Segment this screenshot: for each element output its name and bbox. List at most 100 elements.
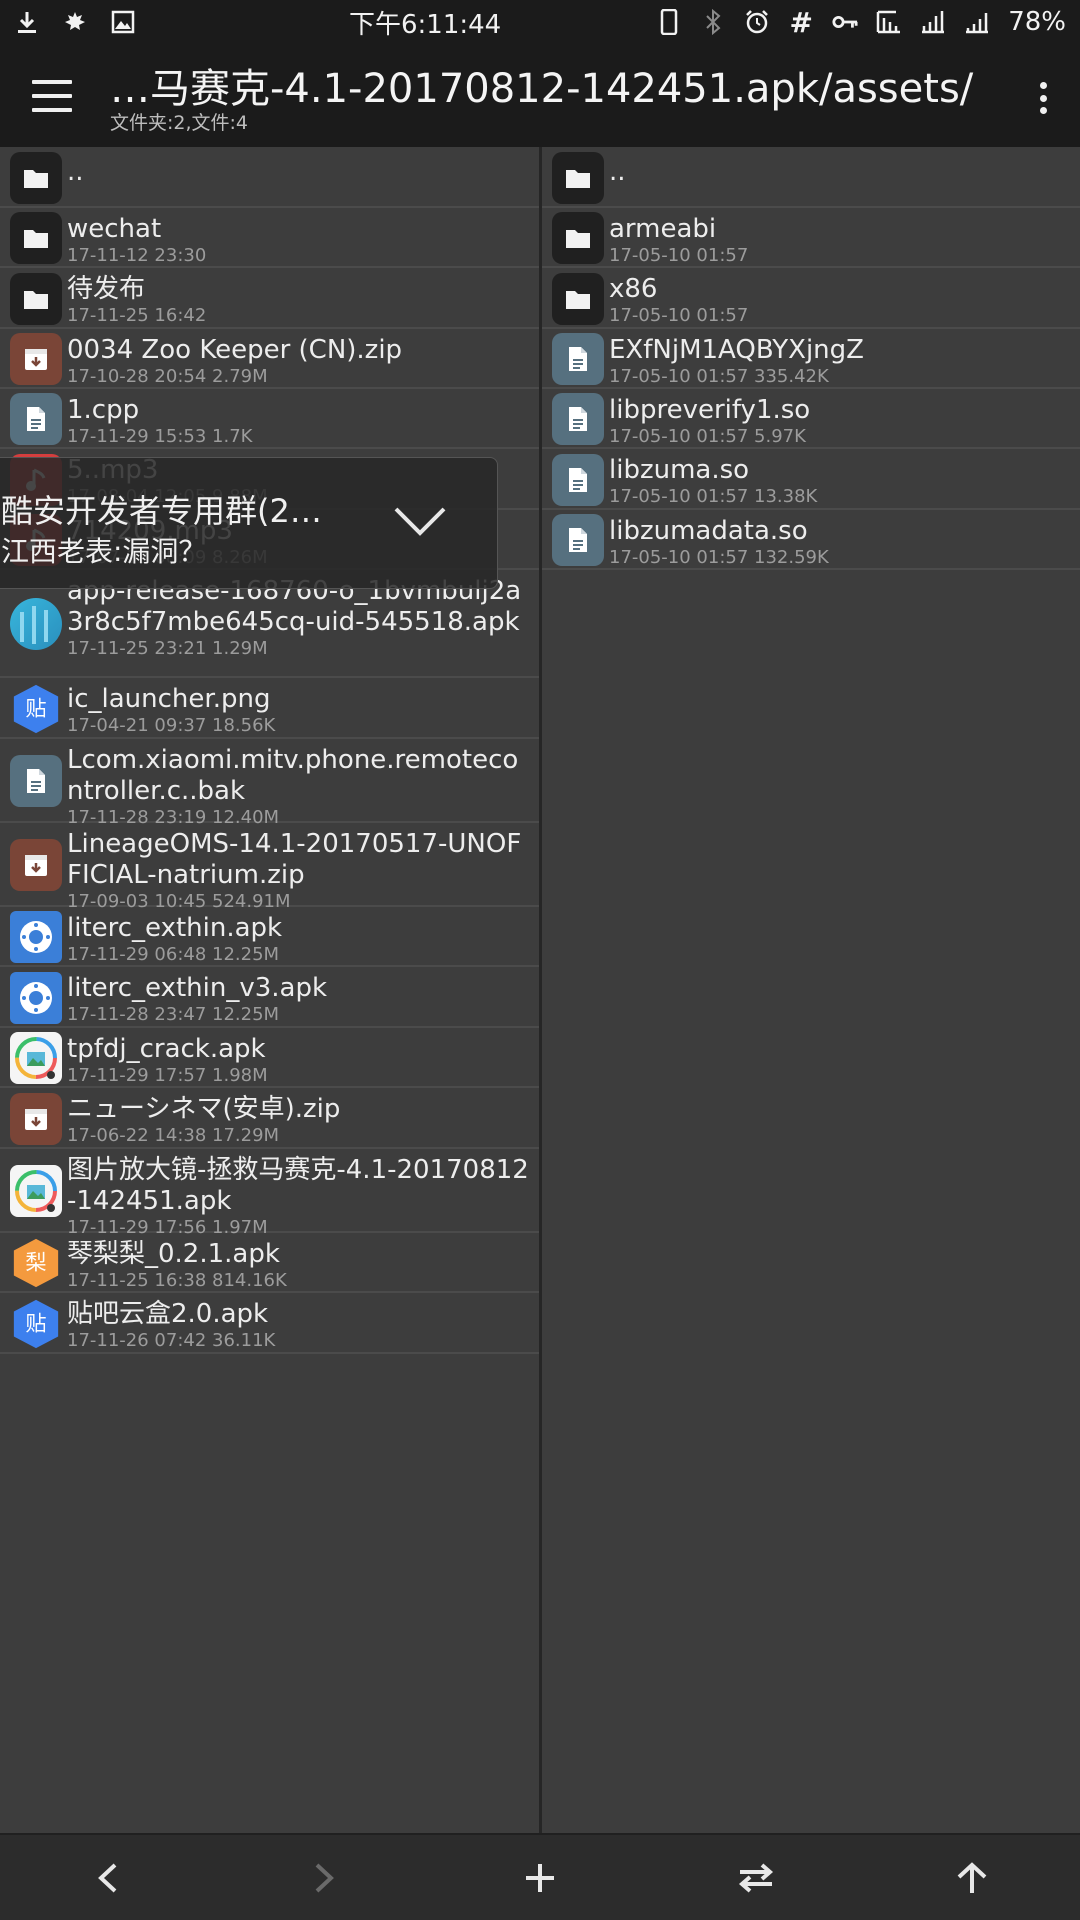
file-meta: 17-05-10 01:57 xyxy=(609,305,749,326)
alarm-icon xyxy=(744,9,770,35)
bluetooth-icon xyxy=(700,9,726,35)
file-row[interactable]: armeabi 17-05-10 01:57 xyxy=(542,208,1080,268)
magnifier-app-icon xyxy=(10,1032,62,1084)
file-meta: 17-11-25 16:38 814.16K xyxy=(67,1270,287,1291)
file-row[interactable]: .. xyxy=(0,147,539,208)
file-meta: 17-05-10 01:57 xyxy=(609,245,749,266)
svg-text:贴: 贴 xyxy=(25,1311,46,1336)
document-icon xyxy=(552,393,604,445)
file-row[interactable]: 图片放大镜-拯救马赛克-4.1-20170812-142451.apk 17-11… xyxy=(0,1149,539,1238)
file-meta: 17-05-10 01:57 5.97K xyxy=(609,426,806,447)
file-row-text: literc_exthin.apk 17-11-29 06:48 12.25M xyxy=(67,913,531,966)
file-row[interactable]: libpreverify1.so 17-05-10 01:57 5.97K xyxy=(542,389,1080,449)
file-meta: 17-05-10 01:57 13.38K xyxy=(609,486,818,507)
file-name: LineageOMS-14.1-20170517-UNOFFICIAL-natr… xyxy=(67,829,522,890)
file-row[interactable]: Lcom.xiaomi.mitv.phone.remotecontroller.… xyxy=(0,739,539,828)
file-name: 琴梨梨_0.2.1.apk xyxy=(67,1239,280,1269)
document-icon xyxy=(552,333,604,385)
file-row[interactable]: 贴贴吧云盒2.0.apk 17-11-26 07:42 36.11K xyxy=(0,1293,539,1354)
notification-title: 酷安开发者专用群(2… xyxy=(1,492,322,530)
remote-icon xyxy=(10,972,62,1024)
menu-icon[interactable] xyxy=(32,76,72,116)
file-row-text: 待发布 17-11-25 16:42 xyxy=(67,274,531,327)
app-bar: …马赛克-4.1-20170812-142451.apk/assets/ 文件夹… xyxy=(0,44,1080,147)
status-time: 下午6:11:44 xyxy=(348,9,502,40)
file-row-text: libpreverify1.so 17-05-10 01:57 5.97K xyxy=(609,395,1072,448)
archive-icon xyxy=(10,839,62,891)
signal-icon xyxy=(964,9,990,35)
file-row[interactable]: 梨琴梨梨_0.2.1.apk 17-11-25 16:38 814.16K xyxy=(0,1233,539,1293)
app-forest-icon xyxy=(10,598,62,650)
file-row[interactable]: literc_exthin.apk 17-11-29 06:48 12.25M xyxy=(0,907,539,967)
file-row-text: 1.cpp 17-11-29 15:53 1.7K xyxy=(67,395,531,448)
notification-message: 江西老表:漏洞？ xyxy=(1,535,207,568)
file-row-text: 贴吧云盒2.0.apk 17-11-26 07:42 36.11K xyxy=(67,1299,531,1352)
file-row-text: ニューシネマ(安卓).zip 17-06-22 14:38 17.29M xyxy=(67,1094,531,1147)
file-manager-screen: 下午6:11:44 # 78% …马赛克-4.1-20170812-142451… xyxy=(0,0,1080,1920)
file-row-text: wechat 17-11-12 23:30 xyxy=(67,214,531,267)
file-row[interactable]: LineageOMS-14.1-20170517-UNOFFICIAL-natr… xyxy=(0,823,539,912)
svg-text:梨: 梨 xyxy=(25,1250,46,1275)
file-row[interactable]: literc_exthin_v3.apk 17-11-28 23:47 12.25… xyxy=(0,967,539,1028)
left-file-pane[interactable]: .. wechat 17-11-12 23:30 待发布 17-11-25 16:42 0… xyxy=(0,147,539,1833)
file-row[interactable]: .. xyxy=(542,147,1080,208)
file-row[interactable]: wechat 17-11-12 23:30 xyxy=(0,208,539,268)
file-name: .. xyxy=(609,157,626,187)
file-meta: 17-11-28 23:47 12.25M xyxy=(67,1004,280,1025)
file-row[interactable]: 0034 Zoo Keeper (CN).zip 17-10-28 20:54 2… xyxy=(0,329,539,389)
add-icon[interactable] xyxy=(510,1848,570,1908)
back-icon[interactable] xyxy=(78,1848,138,1908)
more-options-icon[interactable] xyxy=(1028,78,1058,118)
download-icon xyxy=(14,9,40,35)
hash-icon: # xyxy=(789,5,813,39)
file-row[interactable]: 待发布 17-11-25 16:42 xyxy=(0,268,539,329)
file-meta: 17-11-25 23:21 1.29M xyxy=(67,638,268,659)
file-name: 0034 Zoo Keeper (CN).zip xyxy=(67,335,403,365)
file-row-text: libzumadata.so 17-05-10 01:57 132.59K xyxy=(609,516,1072,569)
swap-icon[interactable] xyxy=(726,1848,786,1908)
leaf-icon xyxy=(62,9,88,35)
chevron-down-icon[interactable] xyxy=(393,506,447,542)
file-name: 1.cpp xyxy=(67,395,140,425)
file-meta: 17-11-26 07:42 36.11K xyxy=(67,1330,276,1351)
file-meta: 17-05-10 01:57 132.59K xyxy=(609,547,829,568)
file-meta: 17-10-28 20:54 2.79M xyxy=(67,366,268,387)
file-name: libpreverify1.so xyxy=(609,395,811,425)
file-name: ニューシネマ(安卓).zip xyxy=(67,1094,341,1124)
image-icon xyxy=(110,9,136,35)
document-icon xyxy=(10,393,62,445)
qinlili-icon: 梨 xyxy=(10,1237,62,1289)
file-row-text: armeabi 17-05-10 01:57 xyxy=(609,214,1072,267)
magnifier-app-icon xyxy=(10,1165,62,1217)
path-title: …马赛克-4.1-20170812-142451.apk/assets/ xyxy=(110,66,974,112)
file-row[interactable]: 1.cpp 17-11-29 15:53 1.7K xyxy=(0,389,539,449)
chat-notification-popup[interactable]: 酷安开发者专用群(2… 江西老表:漏洞？ xyxy=(0,457,498,589)
status-bar: 下午6:11:44 # 78% xyxy=(0,0,1080,44)
file-name: armeabi xyxy=(609,214,717,244)
up-icon[interactable] xyxy=(942,1848,1002,1908)
file-row[interactable]: tpfdj_crack.apk 17-11-29 17:57 1.98M xyxy=(0,1028,539,1088)
folder-icon xyxy=(552,152,604,204)
file-row[interactable]: libzuma.so 17-05-10 01:57 13.38K xyxy=(542,449,1080,510)
file-row[interactable]: EXfNjM1AQBYXjngZ 17-05-10 01:57 335.42K xyxy=(542,329,1080,389)
archive-icon xyxy=(10,1093,62,1145)
file-name: x86 xyxy=(609,274,658,304)
file-row[interactable]: x86 17-05-10 01:57 xyxy=(542,268,1080,329)
forward-icon[interactable] xyxy=(294,1848,354,1908)
document-icon xyxy=(10,755,62,807)
tieba-icon: 贴 xyxy=(10,1298,62,1350)
file-row-text: literc_exthin_v3.apk 17-11-28 23:47 12.25… xyxy=(67,973,531,1026)
signal-icon xyxy=(920,9,946,35)
right-file-pane[interactable]: .. armeabi 17-05-10 01:57 x86 17-05-10 01:57… xyxy=(542,147,1080,1833)
file-name: 待发布 xyxy=(67,274,146,304)
file-row[interactable]: 贴 ic_launcher.png 17-04-21 09:37 18.56K xyxy=(0,678,539,739)
remote-icon xyxy=(10,911,62,963)
file-row[interactable]: ニューシネマ(安卓).zip 17-06-22 14:38 17.29M xyxy=(0,1088,539,1149)
folder-file-count: 文件夹:2,文件:4 xyxy=(110,112,249,134)
battery-level: 78% xyxy=(1008,7,1066,37)
tieba-icon: 贴 xyxy=(10,683,62,735)
file-name: wechat xyxy=(67,214,162,244)
file-row-text: tpfdj_crack.apk 17-11-29 17:57 1.98M xyxy=(67,1034,531,1087)
file-row[interactable]: libzumadata.so 17-05-10 01:57 132.59K xyxy=(542,510,1080,570)
file-row-text: EXfNjM1AQBYXjngZ 17-05-10 01:57 335.42K xyxy=(609,335,1072,388)
